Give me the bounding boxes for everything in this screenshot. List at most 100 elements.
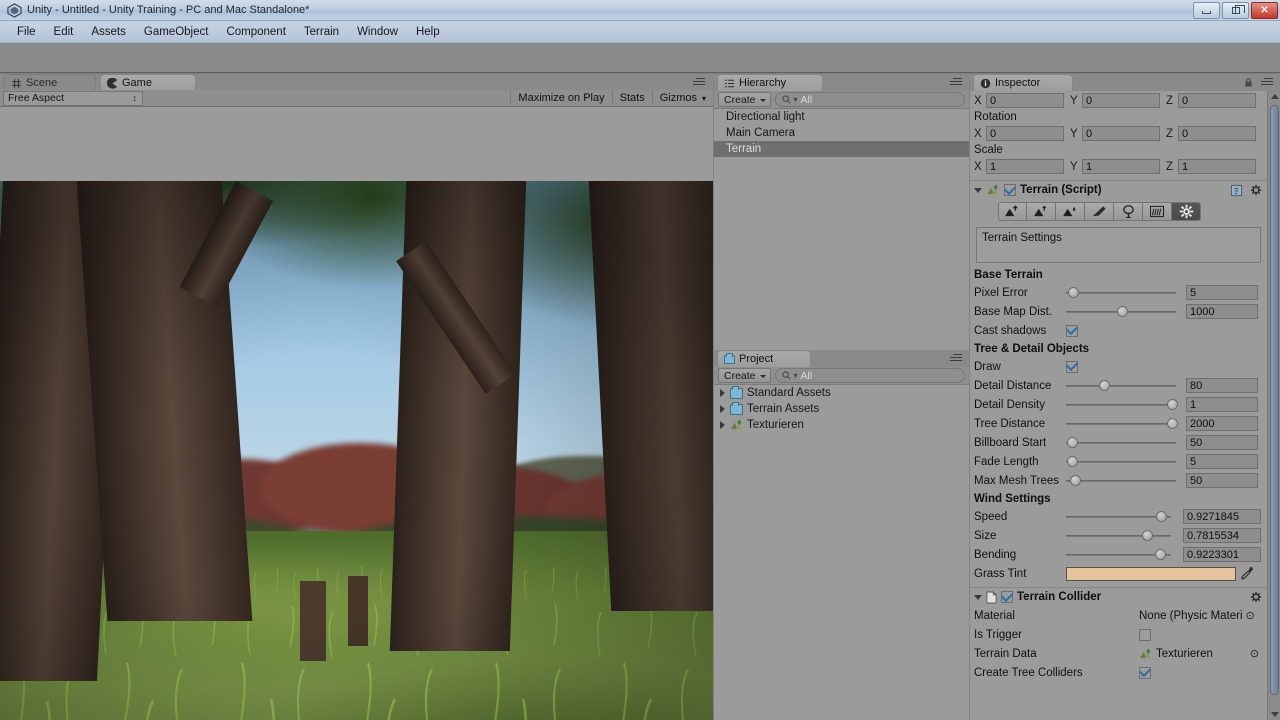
position-x-field[interactable]: 0	[986, 93, 1064, 108]
maximize-on-play-toggle[interactable]: Maximize on Play	[510, 89, 611, 107]
help-book-icon[interactable]	[1230, 184, 1243, 197]
object-picker-icon[interactable]: ⊙	[1246, 609, 1255, 622]
tab-inspector[interactable]: Inspector	[973, 74, 1073, 91]
collider-material-value[interactable]: None (Physic Materi	[1139, 610, 1243, 622]
rotation-y-field[interactable]: 0	[1082, 126, 1160, 141]
is-trigger-checkbox[interactable]	[1139, 628, 1151, 641]
draw-checkbox[interactable]	[1066, 360, 1078, 373]
hierarchy-item-main-camera[interactable]: Main Camera	[714, 125, 969, 141]
position-y-field[interactable]: 0	[1082, 93, 1160, 108]
hierarchy-create-button[interactable]: Create	[718, 92, 771, 107]
grass-tint-color-swatch[interactable]	[1066, 566, 1236, 581]
tab-game[interactable]: Game	[100, 74, 196, 91]
menu-terrain[interactable]: Terrain	[295, 24, 348, 40]
position-z-field[interactable]: 0	[1178, 93, 1256, 108]
collapse-triangle-icon[interactable]	[974, 187, 982, 193]
inspector-scrollbar[interactable]	[1267, 91, 1280, 720]
menu-edit[interactable]: Edit	[45, 24, 83, 40]
detail-density-field[interactable]: 1	[1186, 397, 1258, 412]
scroll-up-arrow-icon[interactable]	[1271, 94, 1279, 99]
fade-length-field[interactable]: 5	[1186, 454, 1258, 469]
project-item-terrain-assets[interactable]: Terrain Assets	[714, 401, 969, 417]
tree-distance-field[interactable]: 2000	[1186, 416, 1258, 431]
base-map-dist-field[interactable]: 1000	[1186, 304, 1258, 319]
hierarchy-item-terrain[interactable]: Terrain	[714, 141, 969, 157]
raise-lower-terrain-tool[interactable]	[998, 202, 1027, 221]
detail-density-slider[interactable]	[1066, 397, 1179, 412]
collapse-triangle-icon[interactable]	[974, 594, 982, 600]
fade-length-slider[interactable]	[1066, 454, 1176, 469]
inspector-scrollbar-thumb[interactable]	[1270, 105, 1279, 695]
scroll-down-arrow-icon[interactable]	[1271, 712, 1279, 717]
smooth-height-tool[interactable]	[1056, 202, 1085, 221]
detail-distance-slider[interactable]	[1066, 378, 1176, 393]
maximize-button[interactable]	[1222, 2, 1249, 19]
wind-speed-field[interactable]: 0.9271845	[1183, 509, 1261, 524]
menu-window[interactable]: Window	[348, 24, 407, 40]
terrain-component-header[interactable]: Terrain (Script)	[970, 180, 1267, 199]
rotation-z-field[interactable]: 0	[1178, 126, 1256, 141]
aspect-ratio-dropdown[interactable]: Free Aspect	[3, 90, 143, 106]
project-search-input[interactable]: ▾ All	[774, 368, 965, 383]
chevron-right-icon[interactable]	[720, 389, 725, 397]
wind-bending-slider[interactable]	[1066, 547, 1171, 562]
object-picker-icon[interactable]: ⊙	[1250, 647, 1259, 660]
create-tree-colliders-checkbox[interactable]	[1139, 666, 1151, 679]
scale-z-field[interactable]: 1	[1178, 159, 1256, 174]
game-panel-menu-icon[interactable]	[693, 78, 707, 88]
scale-x-field[interactable]: 1	[986, 159, 1064, 174]
menu-gameobject[interactable]: GameObject	[135, 24, 218, 40]
max-mesh-trees-slider[interactable]	[1066, 473, 1176, 488]
lock-icon[interactable]	[1243, 77, 1254, 88]
chevron-right-icon[interactable]	[720, 421, 725, 429]
minimize-button[interactable]	[1193, 2, 1220, 19]
close-icon[interactable]: ✕	[1251, 2, 1278, 19]
wind-bending-field[interactable]: 0.9223301	[1183, 547, 1261, 562]
stats-toggle[interactable]: Stats	[611, 89, 652, 107]
menu-component[interactable]: Component	[217, 24, 294, 40]
billboard-start-field[interactable]: 50	[1186, 435, 1258, 450]
terrain-collider-enabled-checkbox[interactable]	[1001, 591, 1013, 603]
game-viewport[interactable]: video2brain.de	[0, 181, 713, 720]
tab-hierarchy[interactable]: Hierarchy	[717, 74, 823, 91]
paint-texture-tool[interactable]	[1085, 202, 1114, 221]
menu-file[interactable]: File	[8, 24, 45, 40]
terrain-data-value[interactable]: Texturieren	[1156, 648, 1213, 660]
project-item-texturieren[interactable]: Texturieren	[714, 417, 969, 433]
menu-help[interactable]: Help	[407, 24, 449, 40]
project-item-standard-assets[interactable]: Standard Assets	[714, 385, 969, 401]
paint-details-tool[interactable]	[1143, 202, 1172, 221]
billboard-start-slider[interactable]	[1066, 435, 1176, 450]
base-map-dist-slider[interactable]	[1066, 304, 1176, 319]
pixel-error-slider[interactable]	[1066, 285, 1176, 300]
terrain-component-enabled-checkbox[interactable]	[1004, 184, 1016, 196]
scale-y-field[interactable]: 1	[1082, 159, 1160, 174]
gear-icon[interactable]	[1250, 591, 1263, 604]
inspector-panel-menu-icon[interactable]	[1261, 78, 1275, 88]
eyedropper-icon[interactable]	[1240, 566, 1255, 581]
paint-height-tool[interactable]	[1027, 202, 1056, 221]
project-panel-menu-icon[interactable]	[950, 354, 964, 364]
tab-project[interactable]: Project	[717, 350, 811, 367]
detail-distance-field[interactable]: 80	[1186, 378, 1258, 393]
tree-distance-slider[interactable]	[1066, 416, 1179, 431]
gizmos-dropdown[interactable]: Gizmos ▾	[651, 89, 713, 107]
rotation-x-field[interactable]: 0	[986, 126, 1064, 141]
hierarchy-search-input[interactable]: ▾ All	[774, 92, 965, 107]
wind-size-slider[interactable]	[1066, 528, 1171, 543]
terrain-collider-header[interactable]: Terrain Collider	[970, 587, 1267, 606]
terrain-settings-tool[interactable]	[1172, 202, 1201, 221]
menu-assets[interactable]: Assets	[82, 24, 135, 40]
gear-icon[interactable]	[1250, 184, 1263, 197]
place-trees-tool[interactable]	[1114, 202, 1143, 221]
hierarchy-panel-menu-icon[interactable]	[950, 78, 964, 88]
cast-shadows-checkbox[interactable]	[1066, 324, 1078, 337]
wind-size-field[interactable]: 0.7815534	[1183, 528, 1261, 543]
chevron-right-icon[interactable]	[720, 405, 725, 413]
pixel-error-field[interactable]: 5	[1186, 285, 1258, 300]
tab-scene[interactable]: Scene	[4, 74, 96, 91]
wind-speed-slider[interactable]	[1066, 509, 1171, 524]
max-mesh-trees-field[interactable]: 50	[1186, 473, 1258, 488]
project-create-button[interactable]: Create	[718, 368, 771, 383]
hierarchy-item-directional-light[interactable]: Directional light	[714, 109, 969, 125]
